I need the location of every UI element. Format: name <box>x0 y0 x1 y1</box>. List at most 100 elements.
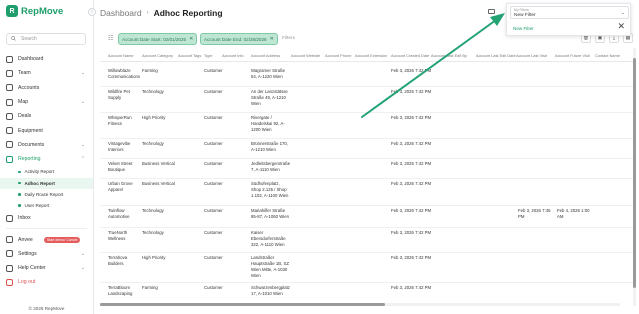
cell-category: High Priority <box>142 115 166 120</box>
sidebar-subitem-activity-report[interactable]: Activity Report <box>0 166 93 177</box>
cell-name[interactable]: TrueNorth Wellness <box>108 230 127 242</box>
table-row[interactable]: Willowblaze Communications Farming Custome… <box>100 66 635 87</box>
table-row[interactable]: Vintagevibe Interiors Technology Customer B… <box>100 139 635 159</box>
sidebar-item-log-out[interactable]: Log out <box>0 275 93 289</box>
cell-name[interactable]: WhisperRun Fitness <box>108 115 132 127</box>
filters-input[interactable]: Filters <box>282 36 295 41</box>
filter-chip-start[interactable]: Account Date Start: 02/01/2026 ✕ <box>118 33 198 45</box>
saved-filters-panel: My Filters New Filter ⌄ New Filter ✕ <box>506 3 631 36</box>
column-header[interactable]: Account Extension <box>355 53 387 58</box>
sidebar-search-input[interactable]: Search <box>6 33 86 45</box>
vertical-scrollbar[interactable] <box>633 58 636 288</box>
column-header[interactable]: Account Last Visit <box>516 53 547 58</box>
cell-name[interactable]: Velvet Street Boutique <box>108 161 132 173</box>
sidebar-subitem-user-report[interactable]: User Report <box>0 200 93 211</box>
column-header[interactable]: Account Website <box>291 53 320 58</box>
sidebar-item-label: Reporting <box>18 156 41 163</box>
bullet-icon <box>18 170 21 174</box>
saved-filter-select[interactable]: My Filters New Filter ⌄ <box>510 6 629 19</box>
horizontal-scrollbar[interactable] <box>100 303 385 306</box>
chevron-up-icon: ⌃ <box>80 156 85 163</box>
cell-name[interactable]: Wildfire Pet Supply <box>108 89 130 101</box>
logout-icon <box>6 278 13 286</box>
sidebar-item-anvee[interactable]: Anvee Start demo/ Cancel <box>0 232 93 246</box>
cell-type: Customer <box>204 161 223 166</box>
sidebar-item-equipment[interactable]: Equipment <box>0 123 93 137</box>
table-row[interactable]: Velvet Street Boutique Business Vertical C… <box>100 159 635 179</box>
column-header[interactable]: Account Future Visit <box>555 53 590 58</box>
chip-remove-icon[interactable]: ✕ <box>270 36 274 42</box>
sidebar-item-settings[interactable]: Settings ⌄ <box>0 247 93 261</box>
mail-icon[interactable] <box>488 9 495 14</box>
sidebar-item-accounts[interactable]: Accounts <box>0 81 93 95</box>
sidebar-divider <box>6 228 87 230</box>
sidebar-collapse-button[interactable]: ‹ <box>88 8 96 16</box>
new-filter-link[interactable]: New Filter <box>513 26 534 31</box>
sidebar-item-label: Deals <box>18 113 32 120</box>
breadcrumb-dashboard-link[interactable]: Dashboard <box>100 8 142 18</box>
bullet-icon <box>18 204 21 207</box>
filter-chip-end[interactable]: Account Date End: 02/28/2026 ✕ <box>200 33 278 45</box>
demo-badge[interactable]: Start demo/ Cancel <box>43 236 81 243</box>
cell-name[interactable]: Terrahova Builders <box>108 255 127 267</box>
filter-settings-icon[interactable]: ☷ <box>108 35 113 42</box>
table-row[interactable]: Wildfire Pet Supply Technology Customer An … <box>100 87 635 113</box>
column-header[interactable]: Account Last Edit Date <box>476 53 516 58</box>
breadcrumb: Dashboard › Adhoc Reporting <box>100 8 223 18</box>
column-header[interactable]: Account Phone <box>325 53 351 58</box>
bullet-icon <box>18 193 21 196</box>
column-header[interactable]: Type <box>204 53 212 58</box>
cell-name[interactable]: Willowblaze Communications <box>108 68 140 80</box>
cell-address: Brünnerstraße 170, A-1210 Wien <box>251 141 289 152</box>
cell-type: Customer <box>204 115 223 120</box>
column-header[interactable]: Account Name <box>108 53 134 58</box>
sidebar-item-team[interactable]: Team ⌄ <box>0 66 93 80</box>
table-row[interactable]: TrueNorth Wellness Technology Customer Kais… <box>100 228 635 253</box>
column-header[interactable]: Account Address <box>251 53 280 58</box>
cell-type: Customer <box>204 68 223 73</box>
sidebar-item-label: Anvee <box>18 236 33 243</box>
chip-remove-icon[interactable]: ✕ <box>189 36 193 42</box>
table-row[interactable]: Twinflow Automotive Technology Customer Mar… <box>100 206 635 228</box>
cell-name[interactable]: Vintagevibe Interiors <box>108 141 130 153</box>
column-header[interactable]: Account Info <box>222 53 244 58</box>
sidebar-item-dashboard[interactable]: Dashboard <box>0 52 93 66</box>
sidebar-item-label: Team <box>18 70 31 77</box>
cell-name[interactable]: TerraBloom Landscaping <box>108 285 132 297</box>
sidebar-item-inbox[interactable]: Inbox <box>0 211 93 225</box>
sidebar-item-reporting[interactable]: Reporting ⌃ <box>0 152 93 166</box>
cell-type: Customer <box>204 285 223 290</box>
sidebar-item-help-center[interactable]: Help Center ⌄ <box>0 261 93 275</box>
table-row[interactable]: Terrahova Builders High Priority Customer L… <box>100 253 635 283</box>
cell-name[interactable]: Twinflow Automotive <box>108 208 130 220</box>
sidebar-subitem-adhoc-report[interactable]: Adhoc Report <box>0 177 93 189</box>
sidebar-subitem-label: Daily Route Report <box>24 191 64 197</box>
cell-created: Feb 3, 2026 7:42 PM <box>391 141 432 146</box>
column-header[interactable]: Account Last Edit By <box>431 53 467 58</box>
column-header[interactable]: Account Category <box>142 53 173 58</box>
sidebar-subitem-daily-route-report[interactable]: Daily Route Report <box>0 189 93 200</box>
column-header[interactable]: Contact Name <box>595 53 620 58</box>
sidebar-item-documents[interactable]: Documents ⌄ <box>0 138 93 152</box>
team-icon <box>6 69 13 77</box>
table-row[interactable]: WhisperRun Fitness High Priority Customer R… <box>100 113 635 139</box>
table-row[interactable]: Urban Grove Apparel Business Vertical Cust… <box>100 179 635 206</box>
cell-category: Technology <box>142 230 164 235</box>
cell-type: Customer <box>204 230 223 235</box>
cell-name[interactable]: Urban Grove Apparel <box>108 181 133 193</box>
sidebar-subitem-label: Activity Report <box>24 169 55 175</box>
column-header[interactable]: Account Tags <box>178 53 201 58</box>
sidebar-item-map[interactable]: Map ⌄ <box>0 95 93 109</box>
cell-type: Customer <box>204 208 223 213</box>
page-title: Adhoc Reporting <box>153 8 223 18</box>
sidebar-item-deals[interactable]: Deals <box>0 109 93 123</box>
table-row[interactable]: TerraBloom Landscaping Farming Customer Sch… <box>100 283 635 302</box>
sidebar-subitem-label: User Report <box>24 203 50 209</box>
sidebar: R RepMove Search Dashboard Team ⌄ Accounts M… <box>0 0 94 314</box>
brand[interactable]: R RepMove <box>6 5 63 17</box>
close-icon[interactable]: ✕ <box>617 22 625 31</box>
cell-future-visit: Feb 4, 2026 1:00 AM <box>557 208 590 219</box>
chevron-down-icon: ⌄ <box>80 250 85 257</box>
cell-type: Customer <box>204 181 223 186</box>
column-header[interactable]: Account Created Date <box>391 53 429 58</box>
